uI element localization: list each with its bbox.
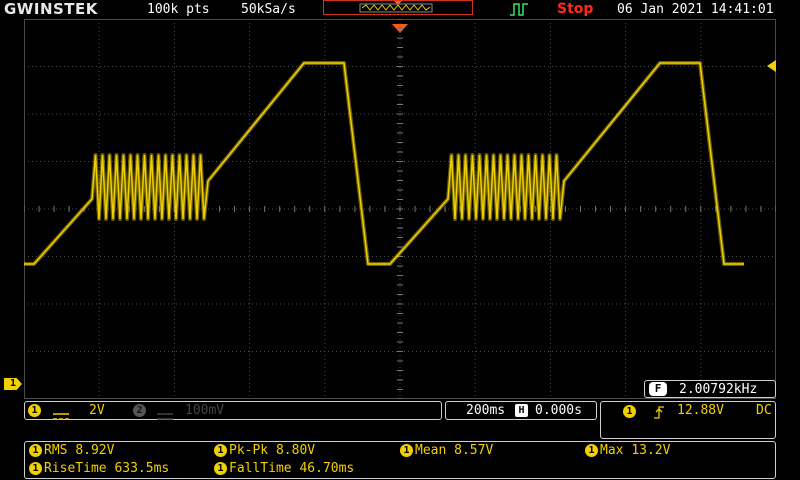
measurement-pk-pk[interactable]: 1 Pk-Pk 8.80V — [214, 443, 315, 458]
trigger-coupling: DC — [756, 403, 772, 418]
ch1-scale: 2V — [89, 403, 105, 418]
date-time: 06 Jan 2021 14:41:01 — [617, 2, 774, 17]
measurement-panel[interactable]: 1 RMS 8.92V 1 Pk-Pk 8.80V 1 Mean 8.57V 1 Max… — [24, 441, 776, 479]
horizontal-position-icon: H — [515, 404, 528, 417]
measurement-label: FallTime — [229, 461, 292, 476]
measurement-value: 8.57V — [454, 443, 494, 458]
measurement-value: 8.92V — [75, 443, 115, 458]
dc-coupling-icon — [53, 406, 69, 425]
measurement-rms[interactable]: 1 RMS 8.92V — [29, 443, 114, 458]
measurement-source-badge: 1 — [585, 444, 598, 457]
frequency-counter: F 2.00792kHz — [644, 380, 776, 398]
ch2-badge[interactable]: 2 — [133, 404, 146, 417]
status-bar: GWINSTEK 100k pts 50kSa/s Stop 06 Jan 20… — [0, 0, 800, 18]
ch2-scale: 100mV — [185, 403, 225, 418]
trigger-level-marker[interactable] — [767, 57, 776, 76]
frequency-icon: F — [649, 382, 667, 396]
measurement-label: Max — [600, 443, 624, 458]
measurement-label: RiseTime — [44, 461, 107, 476]
timebase-panel[interactable]: 200ms H 0.000s — [445, 401, 597, 420]
memory-overview-bar — [323, 0, 473, 15]
measurement-source-badge: 1 — [29, 462, 42, 475]
measurement-value: 633.5ms — [114, 461, 170, 476]
measurement-mean[interactable]: 1 Mean 8.57V — [400, 443, 493, 458]
record-length: 100k pts — [147, 2, 210, 17]
timebase-scale: 200ms — [466, 403, 506, 418]
measurement-label: Pk-Pk — [229, 443, 269, 458]
rising-edge-icon — [653, 404, 665, 423]
measurement-value: 46.70ms — [299, 461, 355, 476]
measurement-risetime[interactable]: 1 RiseTime 633.5ms — [29, 461, 169, 476]
measurement-value: 13.2V — [631, 443, 671, 458]
sample-rate: 50kSa/s — [241, 2, 296, 17]
trigger-panel[interactable]: 1 12.88V DC — [600, 401, 776, 439]
waveform-display[interactable] — [24, 19, 776, 399]
measurement-source-badge: 1 — [400, 444, 413, 457]
measurement-value: 8.80V — [275, 443, 316, 458]
ch1-ground-marker[interactable]: 1 — [4, 378, 22, 390]
ch1-badge[interactable]: 1 — [28, 404, 41, 417]
measurement-label: RMS — [44, 443, 68, 458]
timebase-position: 0.000s — [535, 403, 582, 418]
measurement-max[interactable]: 1 Max 13.2V — [585, 443, 670, 458]
ch2-coupling-icon — [157, 406, 173, 425]
measurement-falltime[interactable]: 1 FallTime 46.70ms — [214, 461, 354, 476]
trigger-status-icon — [509, 1, 529, 21]
measurement-source-badge: 1 — [29, 444, 42, 457]
measurement-source-badge: 1 — [214, 444, 227, 457]
channel-panel[interactable]: 1 2V 2 100mV — [24, 401, 442, 420]
frequency-value: 2.00792kHz — [679, 382, 758, 397]
run-stop-status[interactable]: Stop — [557, 1, 593, 17]
measurement-label: Mean — [415, 443, 447, 458]
brand-logo: GWINSTEK — [4, 0, 98, 18]
trigger-source-badge: 1 — [623, 405, 636, 418]
trigger-level: 12.88V — [677, 403, 724, 418]
measurement-source-badge: 1 — [214, 462, 227, 475]
